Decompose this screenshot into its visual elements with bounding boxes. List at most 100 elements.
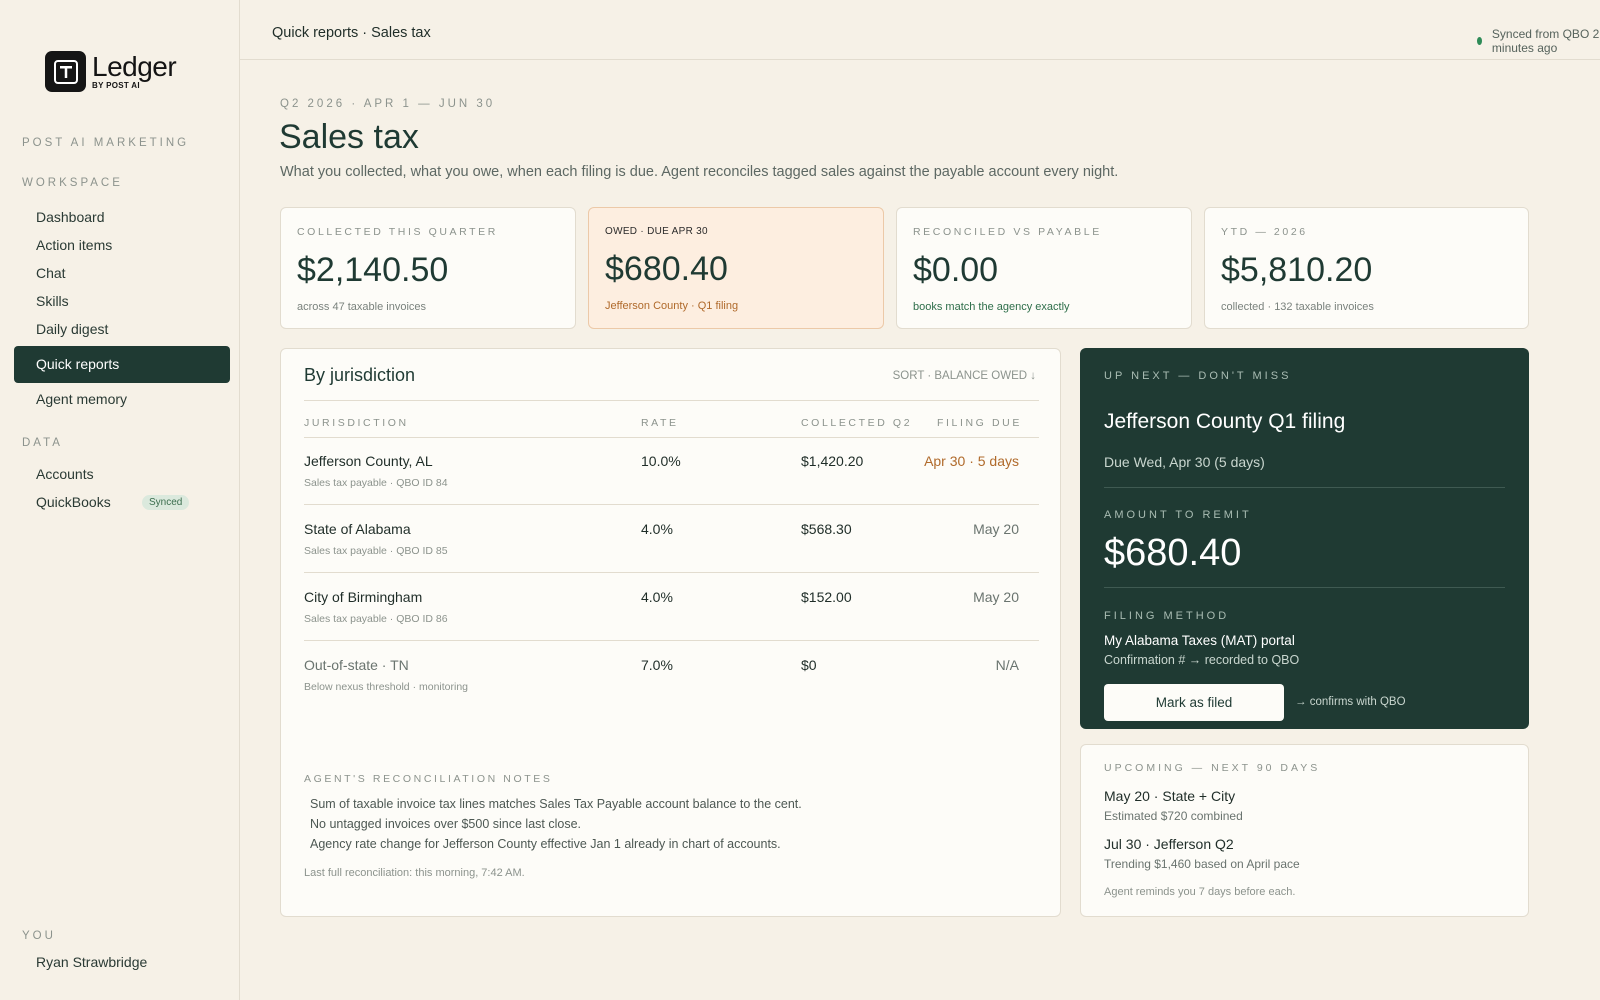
- panel-title: By jurisdiction: [304, 365, 416, 385]
- stat-sub: books match the agency exactly: [913, 301, 1070, 313]
- jurisdiction-meta: Sales tax payable · QBO ID 86: [304, 613, 448, 625]
- reconciliation-note: Agency rate change for Jefferson County …: [310, 837, 781, 851]
- sidebar: Ledger BY POST AI POST AI MARKETING WORK…: [0, 0, 240, 1000]
- confirmation-note: Confirmation # → recorded to QBO: [1104, 653, 1300, 667]
- sidebar-item-action-items[interactable]: Action items: [36, 237, 112, 253]
- mark-as-filed-button[interactable]: Mark as filed: [1104, 684, 1284, 721]
- jurisdiction-meta: Sales tax payable · QBO ID 85: [304, 545, 448, 557]
- jurisdiction-name: State of Alabama: [304, 521, 411, 537]
- divider: [304, 504, 1039, 505]
- column-header-rate[interactable]: RATE: [641, 417, 679, 429]
- stat-card-collected: COLLECTED THIS QUARTER $2,140.50 across …: [280, 207, 576, 329]
- jurisdiction-rate: 4.0%: [641, 589, 673, 605]
- upcoming-item-sub: Estimated $720 combined: [1104, 809, 1243, 823]
- up-next-due: Due Wed, Apr 30 (5 days): [1104, 454, 1265, 470]
- sync-status-dot-icon: [1477, 37, 1482, 45]
- upcoming-card: UPCOMING — NEXT 90 DAYS May 20 · State +…: [1080, 744, 1529, 917]
- stat-label: YTD — 2026: [1221, 226, 1308, 238]
- sidebar-item-quick-reports[interactable]: Quick reports: [14, 346, 230, 383]
- jurisdiction-rate: 7.0%: [641, 657, 673, 673]
- divider: [1104, 487, 1505, 488]
- upcoming-item-title[interactable]: May 20 · State + City: [1104, 788, 1235, 804]
- stat-label: COLLECTED THIS QUARTER: [297, 226, 498, 238]
- sidebar-item-daily-digest[interactable]: Daily digest: [36, 321, 108, 337]
- filing-method-label: FILING METHOD: [1104, 610, 1230, 622]
- last-reconciliation: Last full reconciliation: this morning, …: [304, 867, 525, 879]
- workspace-section-label: WORKSPACE: [22, 177, 123, 189]
- table-row[interactable]: Out-of-state · TN Below nexus threshold …: [304, 647, 1039, 715]
- filing-method: My Alabama Taxes (MAT) portal: [1104, 633, 1295, 648]
- divider: [304, 400, 1039, 401]
- ledger-logo-icon: [45, 51, 86, 92]
- page-title: Sales tax: [279, 118, 419, 156]
- reconciliation-note: No untagged invoices over $500 since las…: [310, 817, 581, 831]
- sidebar-item-agent-memory[interactable]: Agent memory: [36, 391, 127, 407]
- stat-sub: across 47 taxable invoices: [297, 301, 427, 313]
- column-header-jurisdiction[interactable]: JURISDICTION: [304, 417, 409, 429]
- table-row[interactable]: Jefferson County, AL Sales tax payable ·…: [304, 443, 1039, 511]
- mark-as-filed-note: → confirms with QBO: [1295, 696, 1406, 708]
- amount-label: AMOUNT TO REMIT: [1104, 509, 1252, 521]
- table-row[interactable]: City of Birmingham Sales tax payable · Q…: [304, 579, 1039, 647]
- page-subtitle: What you collected, what you owe, when e…: [280, 164, 1119, 180]
- up-next-card: UP NEXT — DON'T MISS Jefferson County Q1…: [1080, 348, 1529, 729]
- sidebar-item-skills[interactable]: Skills: [36, 293, 69, 309]
- upcoming-item-title[interactable]: Jul 30 · Jefferson Q2: [1104, 836, 1234, 852]
- column-header-collected[interactable]: COLLECTED Q2: [801, 417, 912, 429]
- stat-card-ytd: YTD — 2026 $5,810.20 collected · 132 tax…: [1204, 207, 1529, 329]
- divider: [304, 437, 1039, 438]
- stat-label: RECONCILED VS PAYABLE: [913, 226, 1102, 238]
- table-row[interactable]: State of Alabama Sales tax payable · QBO…: [304, 511, 1039, 579]
- jurisdiction-rate: 4.0%: [641, 521, 673, 537]
- divider: [304, 572, 1039, 573]
- sidebar-item-quickbooks[interactable]: QuickBooks: [36, 494, 111, 510]
- reconciliation-note: Sum of taxable invoice tax lines matches…: [310, 797, 802, 811]
- jurisdiction-due: N/A: [995, 657, 1019, 673]
- jurisdiction-due: May 20: [973, 521, 1019, 537]
- sidebar-item-chat[interactable]: Chat: [36, 265, 66, 281]
- breadcrumb: Quick reports · Sales tax: [272, 25, 431, 41]
- ledger-logo[interactable]: Ledger BY POST AI: [45, 51, 177, 92]
- user-name[interactable]: Ryan Strawbridge: [36, 954, 147, 970]
- jurisdiction-name: Out-of-state · TN: [304, 657, 409, 673]
- jurisdiction-rate: 10.0%: [641, 453, 681, 469]
- top-bar: Quick reports · Sales tax Synced from QB…: [240, 0, 1600, 60]
- stat-card-owed: OWED · DUE APR 30 $680.40 Jefferson Coun…: [588, 207, 884, 329]
- jurisdiction-due: Apr 30 · 5 days: [924, 453, 1019, 469]
- jurisdiction-collected: $0: [801, 657, 817, 673]
- brand-name: Ledger: [92, 51, 177, 82]
- sidebar-item-accounts[interactable]: Accounts: [36, 466, 94, 482]
- reconciliation-notes-label: AGENT'S RECONCILIATION NOTES: [304, 773, 553, 785]
- stat-sub: collected · 132 taxable invoices: [1221, 301, 1374, 313]
- upcoming-item-sub: Trending $1,460 based on April pace: [1104, 857, 1300, 871]
- you-section-label: YOU: [22, 930, 56, 942]
- stat-value: $0.00: [913, 251, 999, 289]
- data-section-label: DATA: [22, 437, 63, 449]
- quickbooks-synced-badge: Synced: [142, 495, 190, 510]
- upcoming-footer: Agent reminds you 7 days before each.: [1104, 886, 1296, 898]
- jurisdiction-meta: Sales tax payable · QBO ID 84: [304, 477, 448, 489]
- column-header-filing-due[interactable]: FILING DUE: [937, 417, 1022, 429]
- jurisdiction-meta: Below nexus threshold · monitoring: [304, 681, 469, 693]
- stat-value: $2,140.50: [297, 251, 449, 289]
- brand-sub: BY POST AI: [92, 81, 140, 90]
- sync-status: Synced from QBO 2 minutes ago: [1477, 27, 1600, 55]
- stat-value: $680.40: [605, 250, 728, 288]
- jurisdiction-due: May 20: [973, 589, 1019, 605]
- stat-card-reconciled: RECONCILED VS PAYABLE $0.00 books match …: [896, 207, 1192, 329]
- stat-value: $5,810.20: [1221, 251, 1373, 289]
- jurisdiction-name: Jefferson County, AL: [304, 453, 433, 469]
- amount-to-remit: $680.40: [1104, 532, 1242, 574]
- divider: [1104, 587, 1505, 588]
- sort-control[interactable]: SORT · BALANCE OWED ↓: [893, 370, 1036, 382]
- sidebar-item-dashboard[interactable]: Dashboard: [36, 209, 105, 225]
- jurisdiction-collected: $152.00: [801, 589, 852, 605]
- sync-status-text: Synced from QBO 2 minutes ago: [1491, 27, 1600, 55]
- org-name: POST AI MARKETING: [22, 137, 190, 149]
- jurisdiction-panel: By jurisdiction SORT · BALANCE OWED ↓ JU…: [280, 348, 1061, 917]
- stat-sub: Jefferson County · Q1 filing: [605, 300, 739, 312]
- jurisdiction-collected: $568.30: [801, 521, 852, 537]
- jurisdiction-name: City of Birmingham: [304, 589, 423, 605]
- divider: [304, 640, 1039, 641]
- period-eyebrow: Q2 2026 · APR 1 — JUN 30: [280, 98, 496, 110]
